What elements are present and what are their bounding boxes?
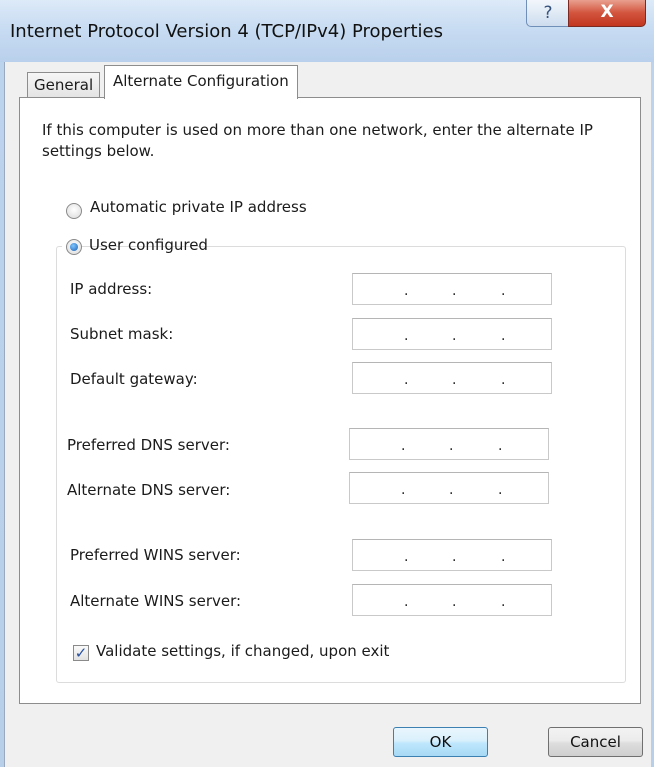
alternate-dns-label: Alternate DNS server: <box>67 481 231 499</box>
tab-alternate-configuration[interactable]: Alternate Configuration <box>104 65 298 99</box>
ip-dot: . <box>452 594 457 610</box>
ip-address-input[interactable]: . . . <box>352 273 552 305</box>
validate-settings-label[interactable]: Validate settings, if changed, upon exit <box>96 642 389 660</box>
ip-dot: . <box>401 482 406 498</box>
title-bar[interactable]: Internet Protocol Version 4 (TCP/IPv4) P… <box>0 0 654 62</box>
preferred-dns-input[interactable]: . . . <box>349 428 549 460</box>
checkmark-icon: ✓ <box>74 644 88 662</box>
ip-dot: . <box>501 328 506 344</box>
preferred-wins-label: Preferred WINS server: <box>70 546 241 564</box>
default-gateway-label: Default gateway: <box>70 370 198 388</box>
alternate-wins-label: Alternate WINS server: <box>70 592 242 610</box>
preferred-wins-input[interactable]: . . . <box>352 539 552 571</box>
ip-dot: . <box>401 438 406 454</box>
ip-dot: . <box>452 328 457 344</box>
ip-dot: . <box>452 372 457 388</box>
user-configured-label[interactable]: User configured <box>89 236 208 254</box>
ip-dot: . <box>501 594 506 610</box>
ok-button[interactable]: OK <box>393 727 488 757</box>
subnet-mask-input[interactable]: . . . <box>352 318 552 350</box>
default-gateway-input[interactable]: . . . <box>352 362 552 394</box>
close-button[interactable]: X <box>568 0 646 27</box>
automatic-private-ip-radio[interactable] <box>66 203 82 219</box>
ip-dot: . <box>501 283 506 299</box>
preferred-dns-label: Preferred DNS server: <box>67 436 230 454</box>
ip-dot: . <box>449 482 454 498</box>
user-configured-radio[interactable] <box>66 239 82 255</box>
cancel-button[interactable]: Cancel <box>548 727 643 757</box>
ip-dot: . <box>404 328 409 344</box>
tab-general[interactable]: General <box>27 72 101 98</box>
alternate-configuration-panel: If this computer is used on more than on… <box>19 97 641 704</box>
ip-address-label: IP address: <box>70 280 153 298</box>
ip-dot: . <box>449 438 454 454</box>
alternate-wins-input[interactable]: . . . <box>352 584 552 616</box>
alternate-dns-input[interactable]: . . . <box>349 472 549 504</box>
user-configured-legend: User configured <box>62 236 208 258</box>
ip-dot: . <box>498 438 503 454</box>
ip-dot: . <box>404 372 409 388</box>
dialog-window: Internet Protocol Version 4 (TCP/IPv4) P… <box>0 0 654 767</box>
help-icon: ? <box>543 3 553 23</box>
ip-dot: . <box>501 549 506 565</box>
ip-dot: . <box>452 549 457 565</box>
help-button[interactable]: ? <box>526 0 570 27</box>
window-title: Internet Protocol Version 4 (TCP/IPv4) P… <box>10 21 443 42</box>
ip-dot: . <box>404 283 409 299</box>
ip-dot: . <box>498 482 503 498</box>
user-configured-group <box>56 246 626 683</box>
ip-dot: . <box>404 549 409 565</box>
ip-dot: . <box>501 372 506 388</box>
close-icon: X <box>600 2 614 22</box>
ip-dot: . <box>404 594 409 610</box>
dialog-client-area: General Alternate Configuration If this … <box>4 62 651 767</box>
subnet-mask-label: Subnet mask: <box>70 325 174 343</box>
ip-dot: . <box>452 283 457 299</box>
validate-settings-checkbox[interactable]: ✓ <box>73 645 89 661</box>
intro-text: If this computer is used on more than on… <box>42 121 593 160</box>
automatic-private-ip-label[interactable]: Automatic private IP address <box>90 198 307 216</box>
